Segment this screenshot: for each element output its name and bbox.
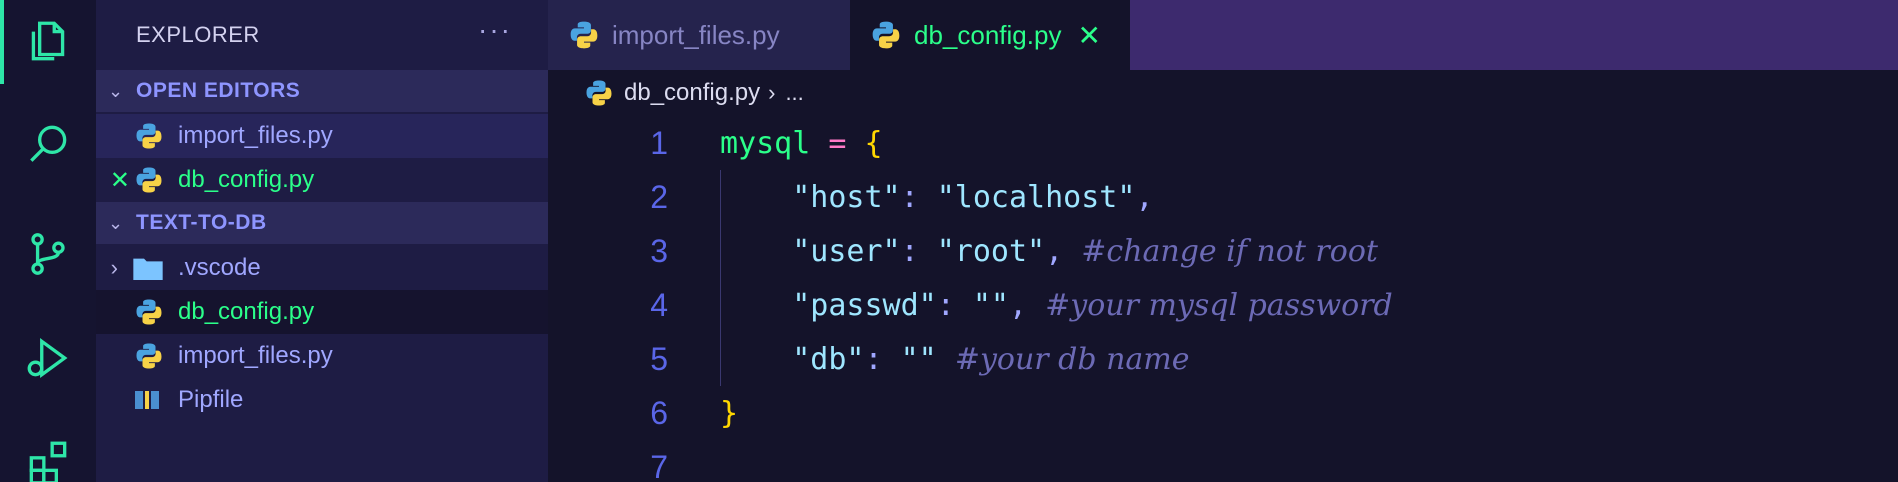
code-text: "passwd": "", #your mysql password (792, 287, 1393, 323)
open-editor-label: db_config.py (178, 166, 315, 193)
vscode-window: EXPLORER ··· ⌄ OPEN EDITORS import_files… (0, 0, 1898, 482)
line-number: 1 (650, 124, 668, 161)
chevron-right-icon: › (768, 80, 776, 105)
chevron-down-icon: ⌄ (108, 80, 124, 101)
tree-item-folder[interactable]: › .vscode (96, 246, 548, 290)
breadcrumb-file[interactable]: db_config.py (624, 79, 760, 107)
tab-label: db_config.py (914, 19, 1062, 50)
open-editors-header[interactable]: ⌄ OPEN EDITORS (96, 70, 548, 112)
files-icon[interactable] (0, 0, 96, 84)
tree-item-label: .vscode (178, 254, 261, 281)
code-text: } (720, 395, 739, 431)
tab-label: import_files.py (612, 19, 780, 50)
tree-item-file[interactable]: import_files.py (96, 334, 548, 378)
line-number: 3 (650, 232, 668, 269)
python-file-icon (586, 80, 612, 106)
line-number: 6 (650, 394, 668, 431)
code-text: "db": "" #your db name (792, 341, 1190, 377)
tab-bar: import_files.py db_config.py ✕ (548, 0, 1898, 70)
code-text: "user": "root", #change if not root (792, 233, 1378, 269)
close-icon[interactable]: ✕ (1077, 19, 1100, 52)
tree-item-file-selected[interactable]: db_config.py (96, 290, 548, 334)
python-file-icon (570, 21, 598, 49)
more-actions-icon[interactable]: ··· (478, 14, 512, 46)
code-line: 5 "db": "" #your db name (548, 332, 1898, 386)
tab-import-files[interactable]: import_files.py (548, 0, 850, 70)
explorer-sidebar: EXPLORER ··· ⌄ OPEN EDITORS import_files… (96, 0, 549, 482)
python-file-icon (136, 343, 162, 369)
code-line: 1 mysql = { (548, 116, 1898, 170)
code-line: 4 "passwd": "", #your mysql password (548, 278, 1898, 332)
tree-item-file[interactable]: Pipfile (96, 378, 548, 422)
line-number: 7 (650, 448, 668, 482)
line-number: 2 (650, 178, 668, 215)
python-file-icon (136, 299, 162, 325)
folder-icon (133, 258, 163, 280)
chevron-down-icon: ⌄ (108, 212, 124, 233)
breadcrumb: db_config.py › ... (548, 70, 1898, 116)
line-number: 5 (650, 340, 668, 377)
activity-bar (0, 0, 97, 482)
python-file-icon (136, 167, 162, 193)
line-number: 4 (650, 286, 668, 323)
tree-item-label: import_files.py (178, 342, 333, 369)
code-editor[interactable]: 1 mysql = { 2 "host": "localhost", 3 "us… (548, 116, 1898, 482)
tree-item-label: db_config.py (178, 298, 315, 325)
python-file-icon (136, 123, 162, 149)
tab-db-config[interactable]: db_config.py ✕ (850, 0, 1130, 70)
run-debug-icon[interactable] (0, 316, 96, 400)
code-line: 6 } (548, 386, 1898, 440)
open-editors-label: OPEN EDITORS (136, 79, 301, 102)
code-line: 3 "user": "root", #change if not root (548, 224, 1898, 278)
breadcrumb-symbols[interactable]: ... (785, 80, 803, 106)
search-icon[interactable] (0, 102, 96, 186)
project-header[interactable]: ⌄ TEXT-TO-DB (96, 202, 548, 244)
open-editor-item[interactable]: import_files.py (96, 114, 548, 158)
pipfile-icon (135, 391, 159, 409)
source-control-icon[interactable] (0, 212, 96, 296)
code-text: "host": "localhost", (792, 179, 1154, 215)
open-editor-item-active[interactable]: ✕ db_config.py (96, 158, 548, 202)
explorer-title: EXPLORER (136, 22, 260, 47)
code-line: 7 (548, 440, 1898, 482)
python-file-icon (872, 21, 900, 49)
chevron-right-icon: › (110, 255, 118, 280)
project-label: TEXT-TO-DB (136, 211, 267, 234)
open-editor-label: import_files.py (178, 122, 333, 149)
extensions-icon[interactable] (0, 420, 96, 482)
tree-item-label: Pipfile (178, 386, 244, 413)
close-icon[interactable]: ✕ (110, 166, 130, 195)
code-line: 2 "host": "localhost", (548, 170, 1898, 224)
code-text: mysql = { (720, 125, 883, 161)
